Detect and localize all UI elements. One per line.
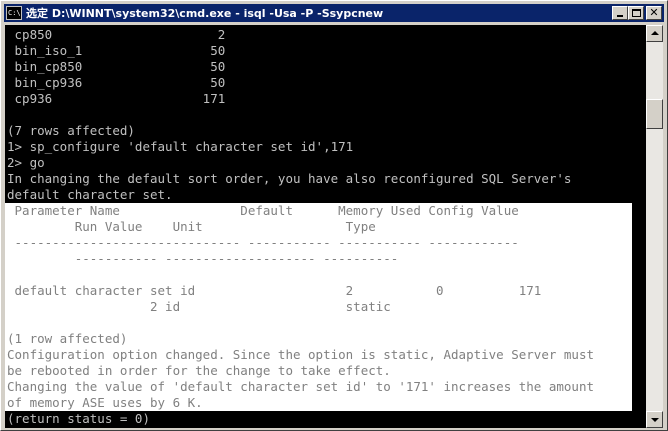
close-icon: ✕: [649, 6, 659, 19]
console-line: 1>: [7, 427, 30, 428]
console-line: Parameter Name Default Memory Used Confi…: [7, 203, 519, 218]
minimize-icon: [617, 15, 623, 17]
title-buttons: ✕: [612, 6, 662, 20]
maximize-button[interactable]: [628, 6, 644, 20]
console-line: 2 id static: [7, 299, 391, 314]
console-line: cp936 171: [7, 91, 226, 106]
console-line: bin_cp850 50: [7, 59, 226, 74]
console-line: bin_iso_1 50: [7, 43, 226, 58]
console-line: 2> go: [7, 155, 45, 170]
console-line: default character set.: [7, 187, 173, 202]
console-line: Configuration option changed. Since the …: [7, 347, 594, 362]
console-line: 1> sp_configure 'default character set i…: [7, 139, 354, 154]
cmd-window: C:\ 选定 D:\WINNT\system32\cmd.exe - isql …: [0, 0, 668, 431]
console-output[interactable]: cp850 2 bin_iso_1 50 bin_cp850 50 bin_cp…: [5, 25, 646, 428]
console-line: Run Value Unit Type: [7, 219, 376, 234]
window-title: 选定 D:\WINNT\system32\cmd.exe - isql -Usa…: [26, 7, 384, 20]
arrow-down-icon: [651, 418, 659, 422]
scroll-down-button[interactable]: [646, 411, 663, 428]
console-line: of memory ASE uses by 6 K.: [7, 395, 203, 410]
console-line: In changing the default sort order, you …: [7, 171, 572, 186]
maximize-icon: [632, 9, 641, 17]
console-line: (7 rows affected): [7, 123, 135, 138]
vertical-scrollbar[interactable]: [646, 25, 663, 428]
console-line: ------------------------------ ---------…: [7, 235, 519, 250]
title-bar[interactable]: C:\ 选定 D:\WINNT\system32\cmd.exe - isql …: [4, 4, 664, 22]
console-app-icon[interactable]: C:\: [6, 6, 22, 20]
console-line: be rebooted in order for the change to t…: [7, 363, 391, 378]
scroll-up-button[interactable]: [646, 25, 663, 42]
console-line: bin_cp936 50: [7, 75, 226, 90]
console-line: (return status = 0): [7, 411, 150, 426]
console-line: (1 row affected): [7, 331, 128, 346]
scroll-thumb[interactable]: [646, 99, 663, 129]
console-line: cp850 2: [7, 27, 226, 42]
console-line: default character set id 2 0 171: [7, 283, 542, 298]
console-line: Changing the value of 'default character…: [7, 379, 594, 394]
minimize-button[interactable]: [612, 6, 628, 20]
arrow-up-icon: [651, 31, 659, 35]
console-line: ----------- -------------------- -------…: [7, 251, 399, 266]
close-button[interactable]: ✕: [646, 6, 662, 20]
